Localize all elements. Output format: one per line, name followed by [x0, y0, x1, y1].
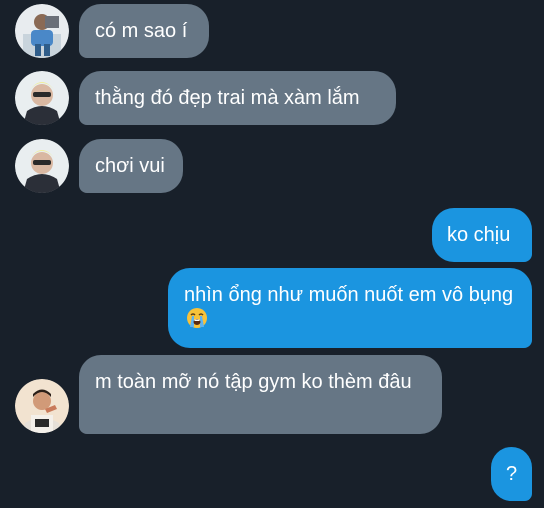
message-bubble[interactable]: có m sao í	[79, 4, 209, 58]
message-bubble[interactable]: ?	[491, 447, 532, 501]
message-text: có m sao í	[95, 20, 188, 42]
message-text: ?	[505, 463, 518, 485]
message-bubble[interactable]: nhìn ổng như muốn nuốt em vô bụng	[168, 268, 532, 348]
message-text: m toàn mỡ nó tập gym ko thèm đâu	[95, 371, 412, 393]
message-bubble[interactable]: thằng đó đẹp trai mà xàm lắm	[79, 71, 396, 125]
avatar[interactable]	[15, 71, 69, 125]
message-bubble[interactable]: ko chịu	[432, 208, 532, 262]
message-text: nhìn ổng như muốn nuốt em vô bụng	[184, 284, 514, 306]
avatar[interactable]	[15, 379, 69, 433]
avatar[interactable]	[15, 139, 69, 193]
avatar[interactable]	[15, 4, 69, 58]
message-text: thằng đó đẹp trai mà xàm lắm	[95, 87, 360, 109]
message-text: ko chịu	[447, 224, 511, 246]
message-text: chơi vui	[95, 155, 165, 177]
loudly-crying-face-icon	[186, 307, 208, 335]
message-bubble[interactable]: m toàn mỡ nó tập gym ko thèm đâu	[79, 355, 442, 434]
message-bubble[interactable]: chơi vui	[79, 139, 183, 193]
